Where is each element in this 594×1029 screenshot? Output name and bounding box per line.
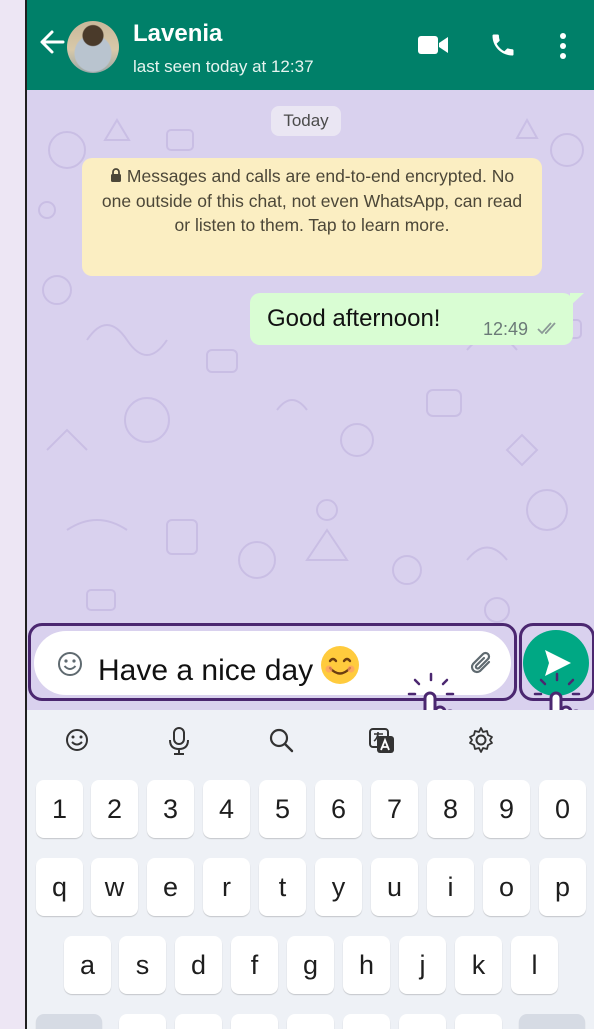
back-arrow-icon[interactable] (35, 22, 69, 62)
encryption-notice-text: Messages and calls are end-to-end encryp… (101, 166, 523, 235)
message-time: 12:49 (483, 319, 529, 339)
video-call-icon[interactable] (417, 33, 449, 62)
key-7[interactable]: 7 (371, 780, 418, 838)
key-w[interactable]: w (91, 858, 138, 916)
key-j[interactable]: j (399, 936, 446, 994)
mic-icon[interactable] (165, 726, 193, 761)
chat-area[interactable]: Today Messages and calls are end-to-end … (27, 90, 594, 630)
key-4[interactable]: 4 (203, 780, 250, 838)
key-p[interactable]: p (539, 858, 586, 916)
encryption-notice[interactable]: Messages and calls are end-to-end encryp… (82, 158, 542, 276)
more-options-icon[interactable] (559, 32, 567, 65)
shift-key[interactable] (36, 1014, 102, 1029)
smiling-face-icon (319, 644, 361, 694)
key-q[interactable]: q (36, 858, 83, 916)
key-s[interactable]: s (119, 936, 166, 994)
avatar[interactable] (67, 21, 119, 73)
key-5[interactable]: 5 (259, 780, 306, 838)
message-input-text: Have a nice day (98, 644, 361, 694)
read-receipt-icon (536, 321, 562, 342)
key-0[interactable]: 0 (539, 780, 586, 838)
emoji-icon[interactable] (56, 650, 84, 683)
message-composer: Have a nice day (27, 623, 594, 752)
phone-screen: Lavenia last seen today at 12:37 Today M… (25, 0, 594, 1029)
key-y[interactable]: y (315, 858, 362, 916)
key-m[interactable] (455, 1014, 502, 1029)
key-k[interactable]: k (455, 936, 502, 994)
key-c[interactable] (231, 1014, 278, 1029)
key-i[interactable]: i (427, 858, 474, 916)
key-z[interactable] (119, 1014, 166, 1029)
message-text: Good afternoon! (267, 305, 441, 332)
key-t[interactable]: t (259, 858, 306, 916)
key-3[interactable]: 3 (147, 780, 194, 838)
settings-icon[interactable] (467, 726, 495, 759)
key-g[interactable]: g (287, 936, 334, 994)
key-u[interactable]: u (371, 858, 418, 916)
key-o[interactable]: o (483, 858, 530, 916)
key-x[interactable] (175, 1014, 222, 1029)
contact-name[interactable]: Lavenia (133, 20, 222, 48)
key-8[interactable]: 8 (427, 780, 474, 838)
key-f[interactable]: f (231, 936, 278, 994)
soft-keyboard: 1 2 3 4 5 6 7 8 9 0 q w e r t y u i o p … (27, 710, 594, 1029)
translate-icon[interactable] (367, 726, 397, 761)
key-1[interactable]: 1 (36, 780, 83, 838)
key-v[interactable] (287, 1014, 334, 1029)
key-r[interactable]: r (203, 858, 250, 916)
key-a[interactable]: a (64, 936, 111, 994)
key-9[interactable]: 9 (483, 780, 530, 838)
outgoing-message[interactable]: Good afternoon! 12:49 (250, 293, 573, 345)
key-6[interactable]: 6 (315, 780, 362, 838)
lock-icon (110, 165, 122, 189)
chat-header: Lavenia last seen today at 12:37 (27, 0, 594, 90)
date-chip: Today (271, 106, 341, 136)
backspace-key[interactable] (519, 1014, 585, 1029)
key-n[interactable] (399, 1014, 446, 1029)
key-d[interactable]: d (175, 936, 222, 994)
key-b[interactable] (343, 1014, 390, 1029)
key-2[interactable]: 2 (91, 780, 138, 838)
voice-call-icon[interactable] (489, 31, 517, 64)
keyboard-toolbar (27, 710, 594, 772)
last-seen-status: last seen today at 12:37 (133, 57, 314, 76)
key-h[interactable]: h (343, 936, 390, 994)
search-icon[interactable] (267, 726, 295, 759)
emoji-icon[interactable] (63, 726, 91, 759)
input-value: Have a nice day (98, 654, 314, 687)
key-l[interactable]: l (511, 936, 558, 994)
key-e[interactable]: e (147, 858, 194, 916)
